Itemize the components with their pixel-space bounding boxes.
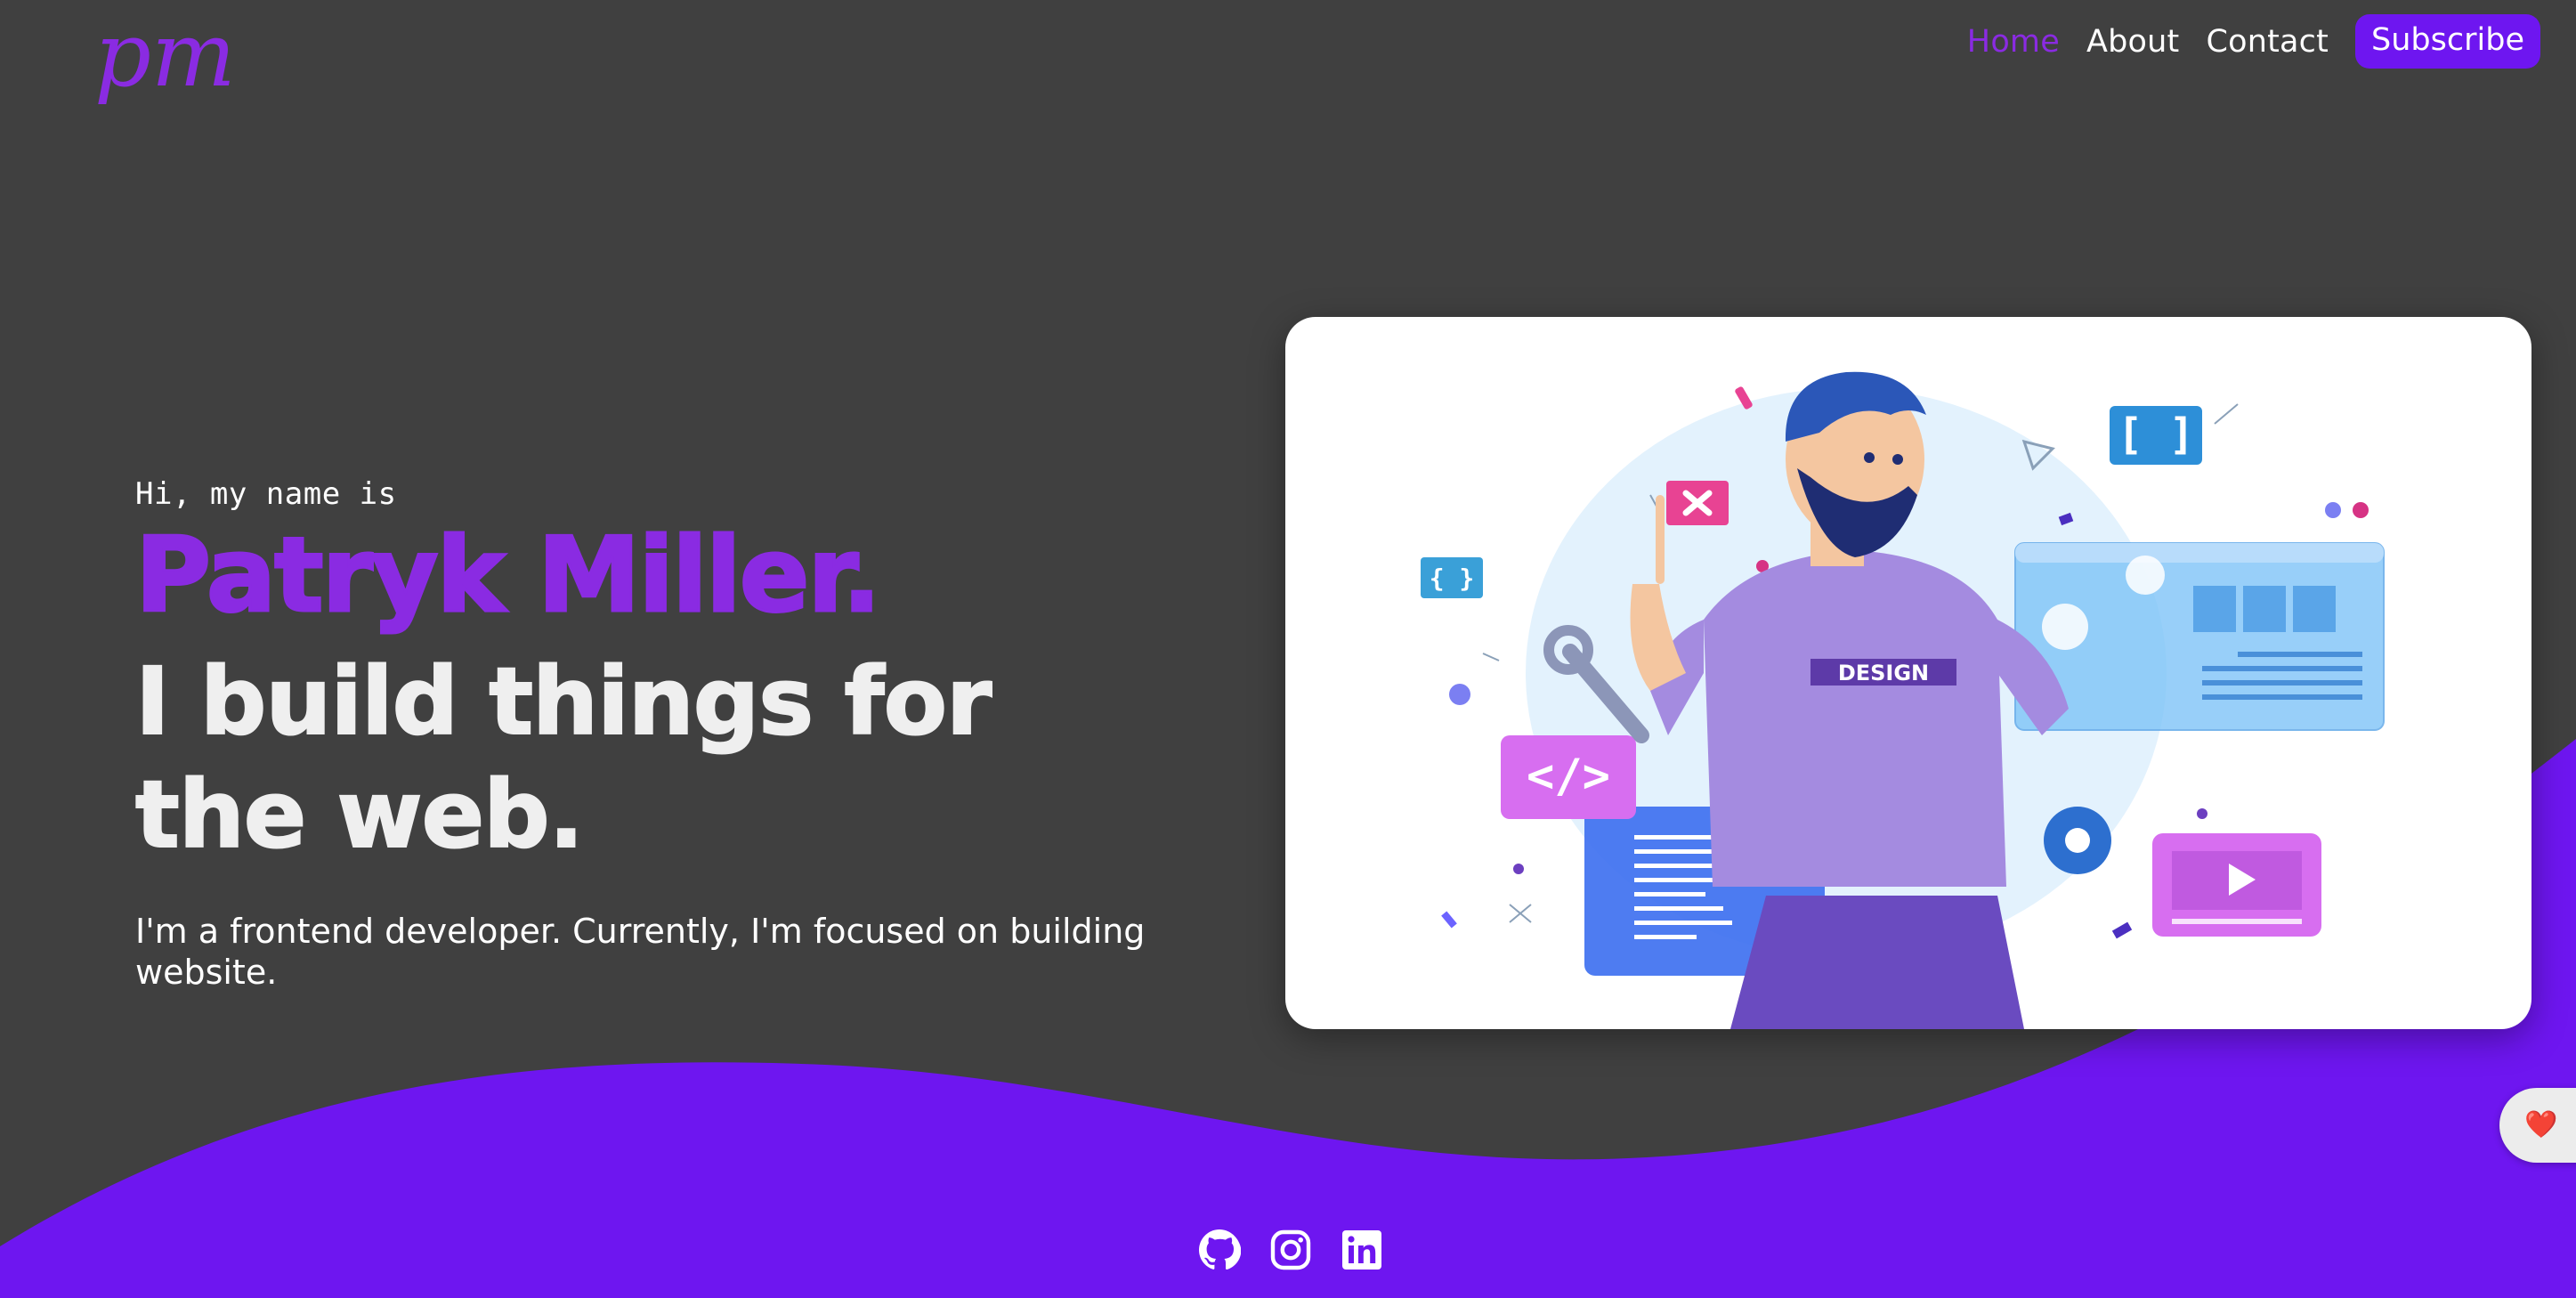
greeting: Hi, my name is [135,476,397,512]
instagram-icon[interactable] [1269,1229,1312,1271]
nav-about[interactable]: About [2086,24,2179,60]
svg-text:</>: </> [1527,750,1610,803]
svg-text:pm: pm [94,16,236,107]
hero-name: Patryk Miller. [134,515,883,636]
nav-home[interactable]: Home [1967,24,2060,60]
logo[interactable]: pm [89,16,249,118]
svg-text:{ }: { } [1430,564,1475,593]
social-links [1198,1229,1383,1271]
main-nav: Home About Contact Subscribe [1967,14,2540,69]
svg-text:[ ]: [ ] [2118,410,2195,459]
linkedin-icon[interactable] [1341,1229,1383,1271]
like-button[interactable]: ❤️ [2499,1088,2576,1163]
hero-illustration-card: [ ] { } </> DESIGN [1285,317,2531,1029]
nav-contact[interactable]: Contact [2206,24,2329,60]
hero-bio: I'm a frontend developer. Currently, I'm… [135,911,1146,993]
hero-text: Hi, my name is Patryk Miller. I build th… [134,476,1203,993]
hero-tagline: I build things for the web. [134,646,992,870]
svg-text:DESIGN: DESIGN [1838,661,1929,686]
github-icon[interactable] [1198,1229,1241,1271]
developer-illustration: [ ] { } </> DESIGN [1421,371,2385,1029]
subscribe-button[interactable]: Subscribe [2355,14,2540,69]
heart-icon: ❤️ [2524,1110,2558,1140]
